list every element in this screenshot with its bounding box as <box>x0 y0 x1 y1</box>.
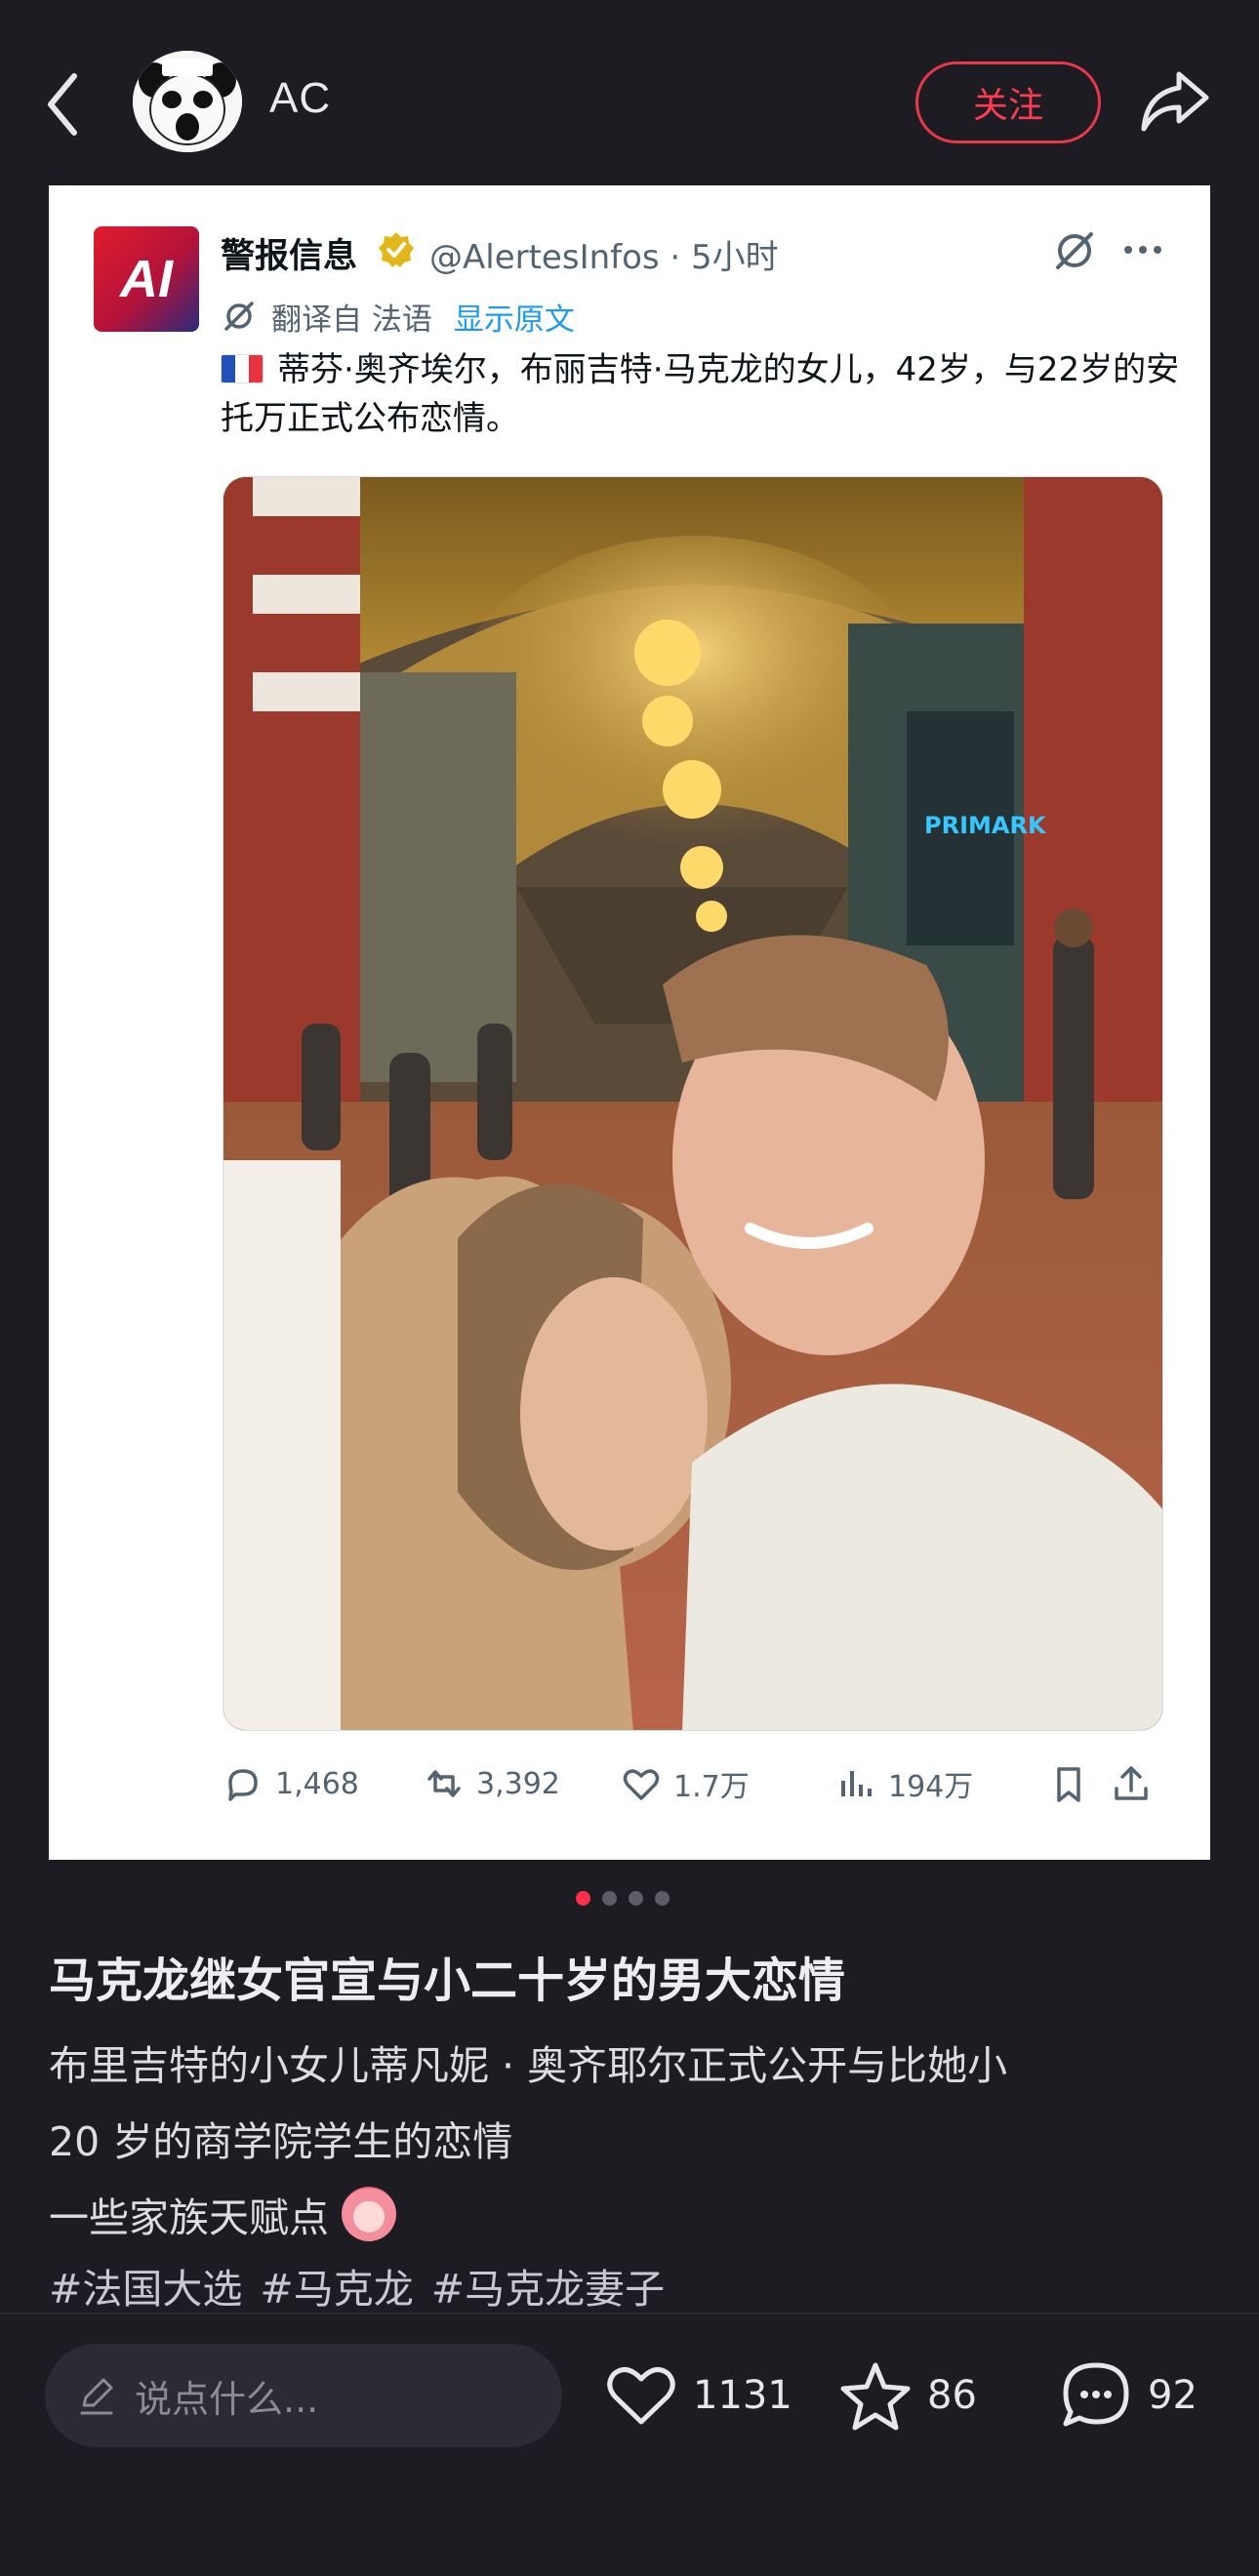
show-original-link: 显示原文 <box>453 302 575 338</box>
retweet-count: 3,392 <box>476 1766 560 1801</box>
pager-dot-2[interactable] <box>602 1891 617 1906</box>
upload-icon <box>1115 1766 1148 1800</box>
pager-dot-4[interactable] <box>655 1891 670 1906</box>
source-logo: AI <box>94 226 199 332</box>
bookmark-icon <box>1057 1767 1080 1802</box>
note-title: 马克龙继女官宣与小二十岁的男大恋情 <box>49 1953 846 2008</box>
emoji-icon <box>342 2187 397 2241</box>
like-count: 1131 <box>693 2373 792 2418</box>
note-desc-line-1: 布里吉特的小女儿蒂凡妮 · 奥齐耶尔正式公开与比她小 <box>49 2042 1008 2089</box>
reply-count: 1,468 <box>275 1766 359 1801</box>
retweet-stat: 3,392 <box>424 1758 560 1809</box>
like-button[interactable]: 1131 <box>603 2355 792 2435</box>
source-handle: @AlertesInfos · 5小时 <box>429 238 779 277</box>
like-count: 1.7万 <box>673 1770 750 1804</box>
pager-dot-1[interactable] <box>576 1891 590 1906</box>
bookmark-stat <box>1048 1758 1089 1809</box>
reply-stat: 1,468 <box>223 1758 359 1809</box>
pager-dot-3[interactable] <box>629 1891 643 1906</box>
top-bar: AC 关注 <box>0 0 1259 185</box>
selfie-photo: PRIMARK <box>223 477 1162 1730</box>
post-photo: PRIMARK <box>223 476 1163 1731</box>
views-stat: 194万 <box>835 1758 973 1809</box>
views-chart-icon <box>841 1771 872 1796</box>
post-text: 蒂芬·奥齐埃尔，布丽吉特·马克龙的女儿，42岁，与22岁的安托万正式公布恋情。 <box>221 345 1187 443</box>
hashtag-list: #法国大选 #马克龙 #马克龙妻子 <box>49 2256 665 2314</box>
share-arrow-icon <box>1141 71 1209 132</box>
primark-sign: PRIMARK <box>924 812 1047 839</box>
upload-stat <box>1111 1758 1152 1809</box>
comment-input[interactable]: 说点什么... <box>45 2344 562 2447</box>
follow-button[interactable]: 关注 <box>915 61 1101 143</box>
heart-icon <box>607 2367 675 2425</box>
author-name[interactable]: AC <box>269 74 331 123</box>
heart-icon <box>623 1769 660 1800</box>
pencil-icon <box>80 2378 113 2415</box>
post-text-body: 蒂芬·奥齐埃尔，布丽吉特·马克龙的女儿，42岁，与22岁的安托万正式公布恋情。 <box>221 350 1180 438</box>
favorite-count: 86 <box>927 2373 977 2418</box>
views-count: 194万 <box>888 1770 974 1804</box>
translation-row: 翻译自 法语 显示原文 <box>221 295 575 338</box>
author-avatar[interactable] <box>133 51 242 152</box>
note-desc-line-2: 20 岁的商学院学生的恋情 <box>49 2118 513 2165</box>
note-desc-line-3-text: 一些家族天赋点 <box>49 2194 329 2241</box>
image-pager[interactable] <box>576 1891 670 1906</box>
source-logo-text: AI <box>120 250 173 308</box>
more-icon <box>1118 230 1167 269</box>
translate-label: 翻译自 法语 <box>271 302 432 338</box>
share-button[interactable] <box>1138 64 1212 139</box>
source-name: 警报信息 <box>221 237 358 276</box>
retweet-icon <box>427 1770 461 1797</box>
post-image-card[interactable]: AI 警报信息 @AlertesInfos · 5小时 翻译自 法语 显示原文 … <box>49 185 1210 1860</box>
hashtag[interactable]: #马克龙 <box>260 2256 413 2314</box>
hashtag[interactable]: #法国大选 <box>49 2256 242 2314</box>
post-action-bar: 1,468 3,392 1.7万 194万 <box>223 1758 1163 1809</box>
translate-icon <box>224 302 254 331</box>
france-flag-icon <box>221 354 264 383</box>
comment-bubble-icon <box>1063 2362 1129 2427</box>
panda-avatar-icon <box>133 51 242 152</box>
hashtag[interactable]: #马克龙妻子 <box>431 2256 665 2314</box>
like-stat: 1.7万 <box>621 1758 750 1809</box>
chevron-left-icon <box>48 73 77 136</box>
note-description: 布里吉特的小女儿蒂凡妮 · 奥齐耶尔正式公开与比她小 20 岁的商学院学生的恋情… <box>49 2028 1210 2256</box>
reply-icon <box>228 1769 258 1801</box>
comment-count: 92 <box>1148 2373 1198 2418</box>
bottom-divider <box>0 2313 1259 2314</box>
verified-badge-icon <box>377 230 416 269</box>
note-desc-line-3: 一些家族天赋点 <box>49 2180 1210 2256</box>
comment-button[interactable]: 92 <box>1058 2355 1198 2435</box>
back-button[interactable] <box>43 60 102 148</box>
comment-placeholder: 说点什么... <box>135 2377 319 2421</box>
favorite-button[interactable]: 86 <box>837 2355 977 2435</box>
star-icon <box>840 2362 911 2431</box>
grok-icon <box>1050 226 1099 275</box>
